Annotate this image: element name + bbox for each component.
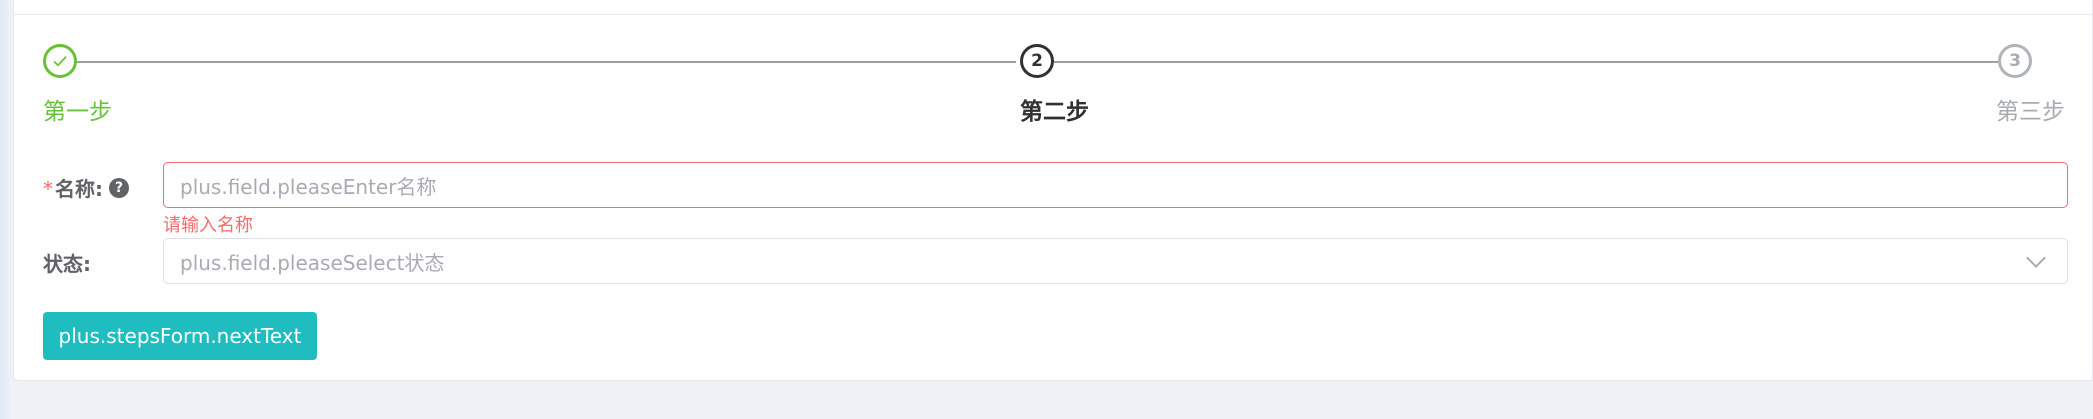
step-3-title: 第三步 — [1996, 99, 2065, 125]
step-2-title: 第二步 — [1020, 99, 1089, 125]
status-label-text: 状态: — [43, 252, 91, 276]
name-input-placeholder: plus.field.pleaseEnter名称 — [180, 174, 437, 199]
step-1-title: 第一步 — [43, 99, 112, 125]
step-connector-2 — [1054, 61, 1998, 63]
required-mark: * — [43, 177, 53, 201]
status-select-placeholder: plus.field.pleaseSelect状态 — [180, 250, 445, 275]
status-select[interactable]: plus.field.pleaseSelect状态 — [163, 238, 2068, 284]
chevron-down-icon — [2026, 248, 2046, 268]
check-icon — [53, 56, 67, 67]
next-step-button[interactable]: plus.stepsForm.nextText — [43, 312, 317, 360]
help-icon[interactable]: ? — [109, 177, 129, 198]
name-input[interactable]: plus.field.pleaseEnter名称 — [163, 162, 2068, 208]
step-2-number: 2 — [1020, 44, 1054, 78]
status-field-label: 状态: — [43, 248, 91, 277]
step-1-check-icon — [43, 44, 77, 78]
step-3-number: 3 — [1998, 44, 2032, 78]
card-top-divider — [13, 14, 2093, 15]
name-field-label: * 名称: ? — [43, 173, 129, 202]
name-error-message: 请输入名称 — [163, 215, 253, 236]
name-label-text: 名称: — [55, 177, 103, 201]
left-edge-strip — [0, 0, 10, 419]
step-connector-1 — [76, 61, 1016, 63]
